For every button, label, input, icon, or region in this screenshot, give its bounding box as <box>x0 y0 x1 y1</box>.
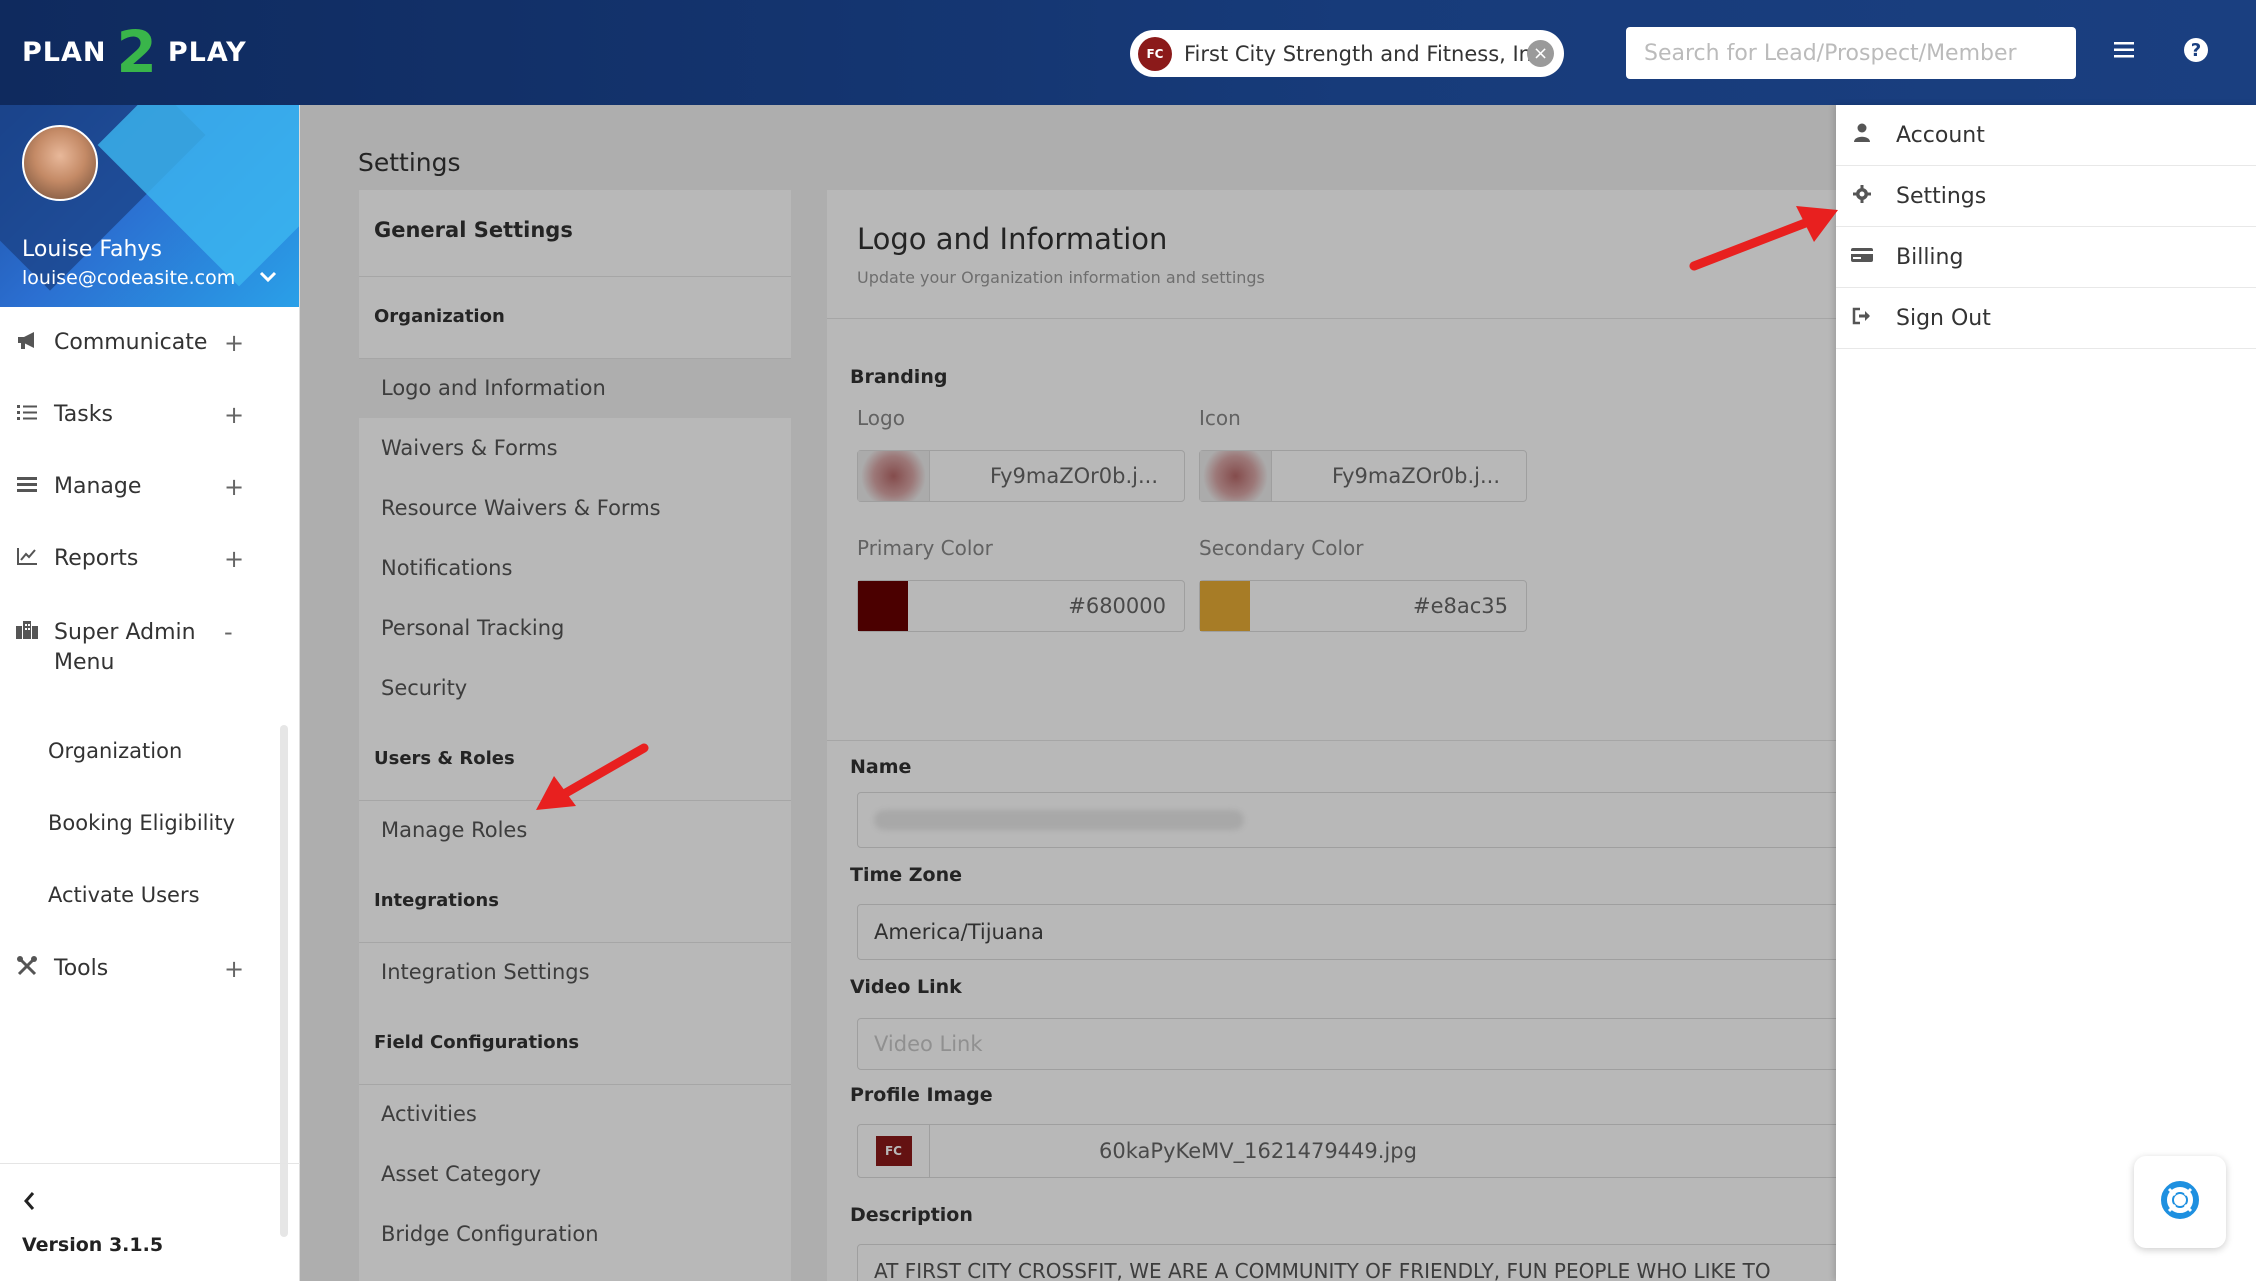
sidebar-item-tools[interactable]: Tools + <box>0 955 260 983</box>
hamburger-icon[interactable] <box>2112 36 2136 66</box>
logo-text-right: PLAY <box>167 36 247 68</box>
support-button[interactable] <box>2134 1156 2226 1248</box>
sidebar-subitem-organization[interactable]: Organization <box>48 739 182 763</box>
menu-item-label: Account <box>1896 122 1985 148</box>
app-logo[interactable]: PLAN 2 PLAY <box>22 22 247 82</box>
tools-icon <box>14 955 40 982</box>
sign-out-icon <box>1850 307 1874 330</box>
sidebar-item-super-admin[interactable]: Super Admin Menu - <box>0 618 260 678</box>
user-icon <box>1850 123 1874 148</box>
menu-item-label: Sign Out <box>1896 305 1991 331</box>
gear-icon <box>1850 184 1874 209</box>
search-input[interactable] <box>1626 27 2076 79</box>
user-name: Louise Fahys <box>22 237 162 262</box>
sidebar: Louise Fahys louise@codeasite.com Commun… <box>0 105 300 1281</box>
expand-icon[interactable]: + <box>224 955 244 983</box>
logo-text-mid: 2 <box>116 18 158 86</box>
menu-item-billing[interactable]: Billing <box>1836 227 2256 288</box>
bars-icon <box>14 474 40 499</box>
user-profile-card[interactable]: Louise Fahys louise@codeasite.com <box>0 105 299 307</box>
sidebar-item-tasks[interactable]: Tasks + <box>0 401 260 429</box>
expand-icon[interactable]: + <box>224 473 244 501</box>
user-email: louise@codeasite.com <box>22 267 236 289</box>
sidebar-subitem-activate-users[interactable]: Activate Users <box>48 883 200 907</box>
chart-icon <box>14 546 40 571</box>
top-bar: PLAN 2 PLAY FC First City Strength and F… <box>0 0 2256 105</box>
sidebar-subitem-booking-eligibility[interactable]: Booking Eligibility <box>48 811 235 835</box>
modal-backdrop[interactable] <box>300 105 1836 1281</box>
sidebar-item-label: Communicate <box>54 330 208 355</box>
expand-icon[interactable]: + <box>224 545 244 573</box>
annotation-arrow-manage-roles <box>536 743 649 810</box>
avatar <box>22 125 98 201</box>
sidebar-item-manage[interactable]: Manage + <box>0 473 260 501</box>
close-icon[interactable]: × <box>1527 40 1554 67</box>
sidebar-item-reports[interactable]: Reports + <box>0 545 260 573</box>
sidebar-scrollbar[interactable] <box>280 725 288 1237</box>
menu-item-account[interactable]: Account <box>1836 105 2256 166</box>
org-name: First City Strength and Fitness, Inc. <box>1184 41 1551 66</box>
sidebar-item-label: Super Admin <box>54 620 196 645</box>
sidebar-item-label: Reports <box>54 546 139 571</box>
card-icon <box>1850 246 1874 269</box>
collapse-icon[interactable]: - <box>224 618 233 646</box>
sidebar-item-communicate[interactable]: Communicate + <box>0 329 260 357</box>
chevron-down-icon[interactable] <box>258 265 278 289</box>
expand-icon[interactable]: + <box>224 329 244 357</box>
annotation-arrow-settings <box>1689 206 1838 271</box>
sidebar-footer: Version 3.1.5 <box>0 1163 300 1281</box>
org-badge: FC <box>1138 36 1172 71</box>
lifebuoy-icon <box>2161 1181 2199 1223</box>
list-icon <box>14 402 40 427</box>
sidebar-item-label: Menu <box>54 650 115 675</box>
menu-item-settings[interactable]: Settings <box>1836 166 2256 227</box>
sidebar-item-label: Manage <box>54 474 142 499</box>
sidebar-item-label: Tools <box>54 956 109 981</box>
app-version: Version 3.1.5 <box>22 1234 164 1256</box>
chevron-left-icon[interactable] <box>22 1190 36 1218</box>
menu-item-label: Settings <box>1896 183 1987 209</box>
sidebar-item-label: Tasks <box>54 402 113 427</box>
organization-selector[interactable]: FC First City Strength and Fitness, Inc.… <box>1130 30 1564 77</box>
building-icon <box>14 620 40 645</box>
logo-text-left: PLAN <box>22 36 107 68</box>
megaphone-icon <box>14 330 40 355</box>
help-icon[interactable]: ? <box>2184 38 2208 62</box>
expand-icon[interactable]: + <box>224 401 244 429</box>
menu-item-sign-out[interactable]: Sign Out <box>1836 288 2256 349</box>
menu-item-label: Billing <box>1896 244 1964 270</box>
account-menu: Account Settings Billing Sign Out <box>1836 105 2256 1281</box>
